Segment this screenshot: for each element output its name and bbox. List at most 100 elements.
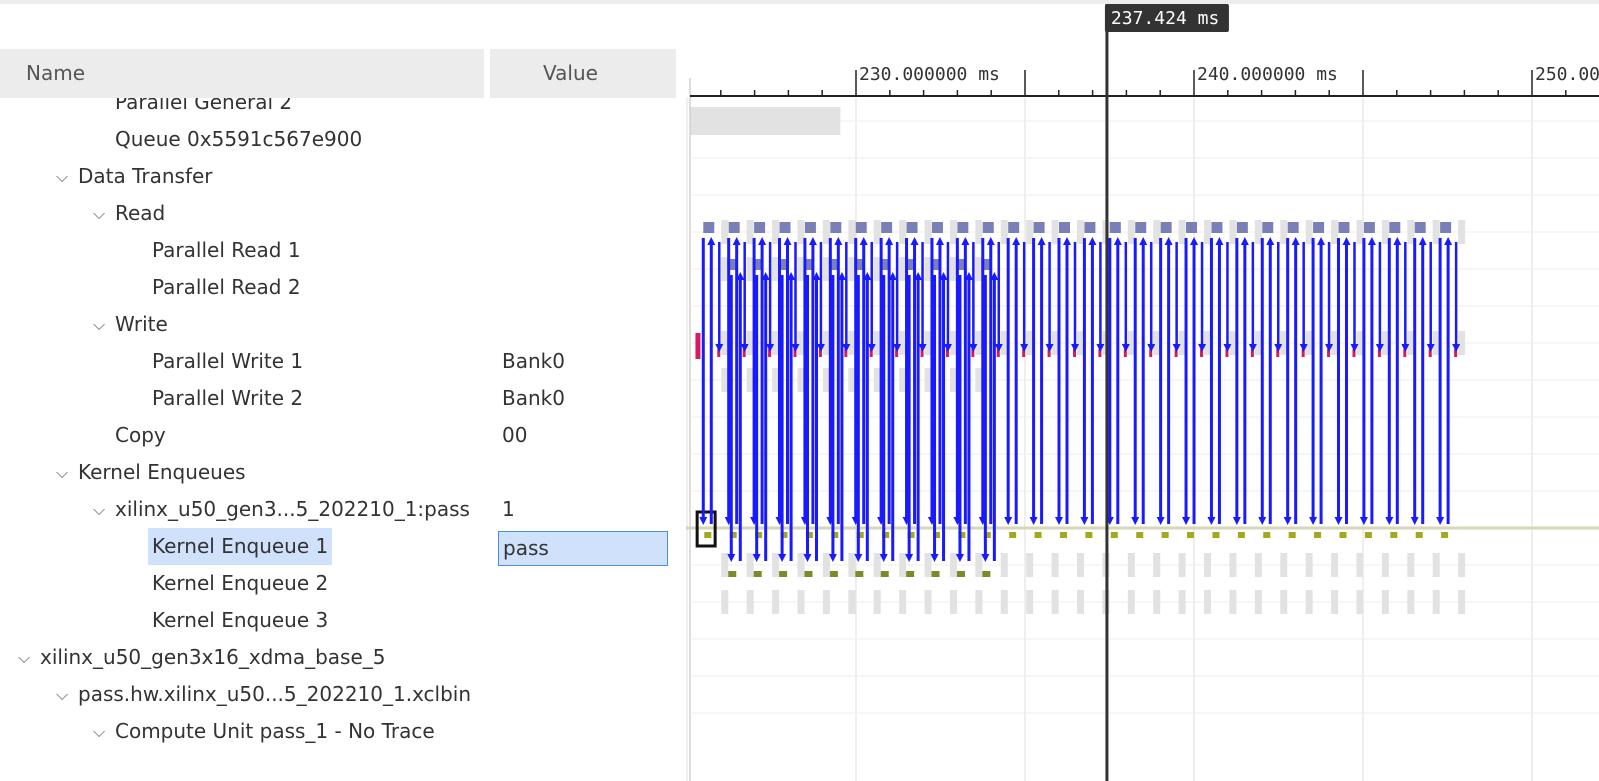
tree-row[interactable]: ⌵ Kernel Enqueues	[0, 454, 676, 491]
background-block	[975, 553, 983, 577]
write-mark	[1352, 349, 1356, 357]
background-block	[1076, 553, 1084, 577]
background-block	[1026, 553, 1034, 577]
tree-row[interactable]: Parallel Write 1 Bank0	[0, 343, 676, 380]
tree-row[interactable]: Parallel Read 2	[0, 269, 676, 306]
tree-row[interactable]: ⌵ xilinx_u50_gen3x16_xdma_base_5	[0, 639, 676, 676]
read-block	[855, 222, 867, 233]
selected-value-text: pass	[503, 536, 549, 560]
enqueue-mark	[1441, 532, 1449, 538]
enqueue-mark	[1314, 532, 1322, 538]
background-block	[1407, 553, 1415, 577]
background-block	[1381, 553, 1389, 577]
read-block	[1287, 222, 1299, 233]
write-mark	[1072, 349, 1076, 357]
background-block	[772, 553, 780, 577]
background-block	[1254, 590, 1262, 614]
write-mark	[1276, 349, 1280, 357]
background-block	[822, 553, 830, 577]
background-block	[721, 553, 729, 577]
background-block	[797, 553, 805, 577]
background-block	[1153, 590, 1161, 614]
background-block	[1076, 590, 1084, 614]
enqueue-mark	[880, 571, 889, 577]
enqueue-mark	[1085, 532, 1093, 538]
write-mark	[895, 349, 899, 357]
column-header-name[interactable]: Name	[0, 49, 484, 98]
timeline-waveform[interactable]: 230.000000 ms240.000000 ms250.000000 ms …	[686, 0, 1599, 781]
axis-tick-label: 230.000000 ms	[859, 64, 1000, 85]
tree-row[interactable]: Queue 0x5591c567e900	[0, 121, 676, 158]
background-block	[1305, 590, 1313, 614]
background-block	[1331, 590, 1339, 614]
read-block	[1236, 222, 1248, 233]
tree-row[interactable]: ⌵ xilinx_u50_gen3...5_202210_1:pass 1	[0, 491, 676, 528]
background-block	[873, 553, 881, 577]
write-mark	[1022, 349, 1026, 357]
read-block	[1135, 222, 1147, 233]
background-block	[848, 553, 856, 577]
write-mark	[1403, 349, 1407, 357]
chevron-down-icon[interactable]: ⌵	[56, 158, 72, 195]
write-mark	[717, 349, 721, 357]
tree-row[interactable]: Parallel Read 1	[0, 232, 676, 269]
tree-row[interactable]: ⌵ Data Transfer	[0, 158, 676, 195]
cursor-label: 237.424 ms	[1111, 8, 1219, 29]
background-block	[746, 590, 754, 614]
read-block	[1186, 222, 1198, 233]
tree-row[interactable]: Parallel Write 2 Bank0	[0, 380, 676, 417]
tree-row[interactable]: ⌵ pass.hw.xilinx_u50...5_202210_1.xclbin	[0, 676, 676, 713]
write-mark	[793, 349, 797, 357]
tree-row-label: Queue 0x5591c567e900	[115, 127, 363, 151]
read-block	[804, 222, 816, 233]
read-block	[728, 222, 740, 233]
background-block	[1000, 553, 1008, 577]
tree-row-label: Parallel Write 1	[152, 349, 304, 373]
chevron-down-icon[interactable]: ⌵	[18, 639, 34, 676]
background-block	[924, 553, 932, 577]
tree-row[interactable]: ⌵ Write	[0, 306, 676, 343]
background-block	[1051, 553, 1059, 577]
tree-row[interactable]: Kernel Enqueue 3	[0, 602, 676, 639]
background-block	[1458, 590, 1466, 614]
chevron-down-icon[interactable]: ⌵	[93, 491, 109, 528]
tree-row[interactable]: Parallel General 2	[0, 98, 676, 121]
tree-row-value: Bank0	[502, 349, 565, 373]
read-block	[881, 222, 893, 233]
enqueue-mark	[931, 571, 940, 577]
write-mark	[1327, 349, 1331, 357]
chevron-down-icon[interactable]: ⌵	[93, 195, 109, 232]
read-block	[779, 222, 791, 233]
background-block	[1356, 553, 1364, 577]
enqueue-mark	[1136, 532, 1144, 538]
enqueue-mark	[779, 571, 788, 577]
background-block	[1153, 553, 1161, 577]
tree-row-label: Data Transfer	[78, 164, 213, 188]
background-block	[1127, 590, 1135, 614]
column-header-value[interactable]: Value	[490, 49, 676, 98]
read-block	[982, 222, 994, 233]
selected-value-cell[interactable]: pass	[498, 531, 668, 566]
tree-row-label: xilinx_u50_gen3x16_xdma_base_5	[40, 645, 386, 669]
tree-row[interactable]: Kernel Enqueue 2	[0, 565, 676, 602]
tree-row[interactable]: ⌵ Read	[0, 195, 676, 232]
chevron-down-icon[interactable]: ⌵	[93, 306, 109, 343]
chevron-down-icon[interactable]: ⌵	[56, 676, 72, 713]
read-block	[1008, 222, 1020, 233]
background-block	[1204, 553, 1212, 577]
enqueue-mark	[829, 571, 838, 577]
enqueue-mark	[1263, 532, 1271, 538]
chevron-down-icon[interactable]: ⌵	[93, 713, 109, 750]
tree-row[interactable]: ⌵ Compute Unit pass_1 - No Trace	[0, 713, 676, 750]
background-block	[899, 590, 907, 614]
column-header-value-label: Value	[543, 61, 598, 85]
tree-row-label: Kernel Enqueue 3	[152, 608, 329, 632]
enqueue-mark	[1415, 532, 1423, 538]
chevron-down-icon[interactable]: ⌵	[56, 454, 72, 491]
background-block	[822, 590, 830, 614]
background-block	[1229, 590, 1237, 614]
axis-tick-label: 250.000000 ms	[1535, 64, 1599, 85]
tree-row[interactable]: Copy 00	[0, 417, 676, 454]
axis-tick-label: 240.000000 ms	[1197, 64, 1338, 85]
write-mark	[971, 349, 975, 357]
